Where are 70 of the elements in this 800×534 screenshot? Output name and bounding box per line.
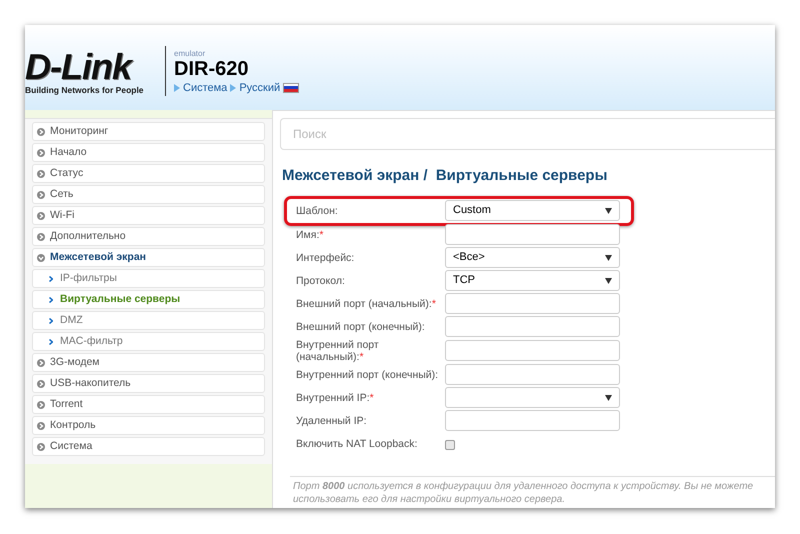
field-label: Имя:* [296, 228, 324, 240]
input-field[interactable] [445, 410, 620, 431]
sidebar-subitem[interactable]: DMZ [32, 311, 265, 330]
chevron-right-icon [37, 232, 45, 240]
dropdown-field[interactable]: <Все> [445, 247, 620, 268]
chevron-right-icon [37, 422, 45, 430]
field-label: Протокол: [296, 274, 346, 286]
sidebar-item[interactable]: Мониторинг [32, 122, 265, 141]
field-label: Внешний порт (конечный): [296, 320, 426, 332]
chevron-right-icon [49, 276, 53, 282]
sidebar-item[interactable]: Wi-Fi [32, 206, 265, 225]
field-label: Включить NAT Loopback: [296, 438, 418, 450]
chevron-right-icon [49, 338, 53, 344]
input-field[interactable] [445, 364, 620, 385]
sidebar-item[interactable]: Начало [32, 143, 265, 162]
sidebar-item[interactable]: Torrent [32, 395, 265, 414]
chevron-right-icon [37, 148, 45, 156]
chevron-down-icon [37, 254, 45, 262]
sidebar-item[interactable]: Система [32, 437, 265, 456]
sidebar-item[interactable]: Дополнительно [32, 227, 265, 246]
caret-icon [605, 208, 612, 214]
chevron-right-icon [37, 442, 45, 450]
chevron-right-icon [37, 190, 45, 198]
checkbox[interactable] [445, 440, 455, 450]
info-note: Порт 8000 используется в конфигурации для удаленного доступа к устройству. Вы не можете использовать его для настройки виртуального сервера. [292, 480, 754, 506]
chevron-right-icon [37, 128, 45, 136]
chevron-right-icon [49, 318, 53, 324]
chevron-right-icon [37, 358, 45, 366]
breadcrumb-link[interactable]: Система [183, 80, 228, 96]
caret-icon [605, 278, 612, 284]
field-label: Внутренний порт (начальный):* [296, 338, 380, 362]
chevron-right-icon [49, 296, 53, 302]
triangle-icon [174, 84, 180, 92]
sidebar-item[interactable]: Сеть [32, 185, 265, 204]
caret-icon [605, 394, 612, 400]
chevron-right-icon [37, 380, 45, 388]
chevron-right-icon [37, 400, 45, 408]
field-label: Удаленный IP: [296, 414, 368, 426]
field-label: Интерфейс: [296, 252, 356, 264]
input-field[interactable] [445, 316, 620, 337]
brand-logo: D-Link [25, 49, 157, 85]
triangle-icon [230, 84, 236, 92]
chevron-right-icon [37, 170, 45, 178]
flag-icon [283, 82, 300, 93]
page-title: Межсетевой экран / Виртуальные серверы [282, 166, 608, 186]
field-label: Шаблон: [296, 204, 339, 216]
dropdown-field[interactable]: Custom [445, 200, 620, 221]
emulator-label: emulator [174, 48, 206, 58]
field-label: Внутренний порт (конечный): [296, 368, 440, 380]
sidebar-item[interactable]: Контроль [32, 416, 265, 435]
dropdown-field[interactable] [445, 387, 620, 408]
chevron-right-icon [37, 212, 45, 220]
field-label: Внешний порт (начальный):* [296, 298, 437, 310]
input-field[interactable] [445, 293, 620, 314]
dropdown-field[interactable]: TCP [445, 270, 620, 291]
model-name: DIR-620 [174, 58, 250, 80]
sidebar-subitem[interactable]: IP-фильтры [32, 269, 265, 288]
input-field[interactable] [445, 340, 620, 361]
search-field[interactable]: Поиск [280, 118, 775, 150]
caret-icon [605, 254, 612, 260]
sidebar-subitem[interactable]: Виртуальные серверы [32, 290, 265, 309]
sidebar-item[interactable]: 3G-модем [32, 353, 265, 372]
breadcrumb-link[interactable]: Русский [239, 80, 280, 96]
sidebar-item[interactable]: USB-накопитель [32, 374, 265, 393]
input-field[interactable] [445, 224, 620, 245]
field-label: Внутренний IP:* [296, 392, 375, 404]
sidebar-item[interactable]: Межсетевой экран [32, 248, 265, 267]
tagline: Building Networks for People [25, 85, 144, 96]
sidebar-subitem[interactable]: MAC-фильтр [32, 332, 265, 351]
sidebar-item[interactable]: Статус [32, 164, 265, 183]
